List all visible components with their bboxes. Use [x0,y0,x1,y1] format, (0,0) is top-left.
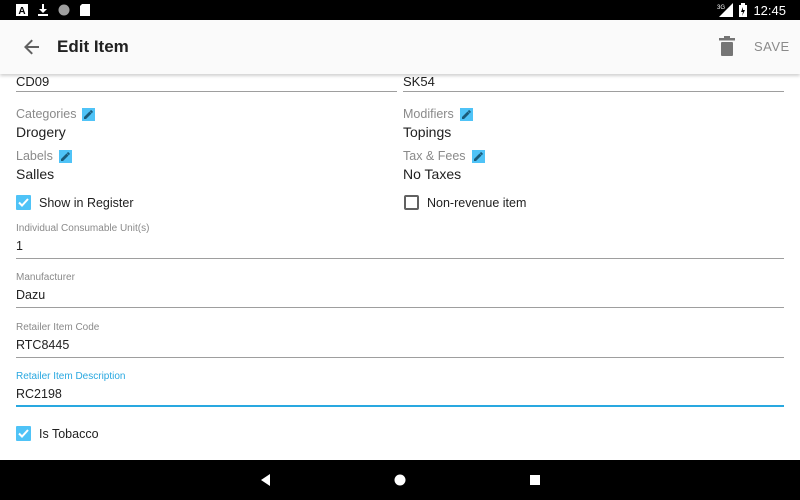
sync-icon [58,4,70,16]
save-button[interactable]: SAVE [754,39,790,54]
pencil-icon [60,151,70,161]
retailer-code-input[interactable]: RTC8445 [16,336,784,358]
manufacturer-value: Dazu [16,288,46,302]
checkbox-checked-icon [16,195,31,210]
categories-value[interactable]: Drogery [16,124,66,140]
pencil-icon [473,151,483,161]
nav-home-icon[interactable] [392,472,408,488]
navigation-bar [0,460,800,500]
edit-labels-pencil-icon[interactable] [58,149,72,163]
trash-icon [719,36,735,56]
show-in-register-label: Show in Register [39,195,134,210]
nav-back-icon[interactable] [258,472,274,488]
consumable-units-value: 1 [16,239,23,253]
back-button[interactable] [18,33,46,61]
status-bar: A 3G 12:45 [0,0,800,20]
clock: 12:45 [753,2,786,18]
svg-text:A: A [18,6,25,16]
battery-icon [739,3,748,17]
status-bar-right: 3G 12:45 [717,2,786,18]
cell-signal-icon: 3G [717,3,734,17]
non-revenue-label: Non-revenue item [427,195,527,210]
tax-fees-label: Tax & Fees [403,149,466,163]
tax-fees-value[interactable]: No Taxes [403,166,461,182]
delete-button[interactable] [716,35,738,59]
labels-value[interactable]: Salles [16,166,54,182]
retailer-code-label: Retailer Item Code [16,322,100,333]
edit-item-form: CD09 SK54 Categories Drogery Modifiers T… [0,74,800,460]
modifiers-label-row: Modifiers [403,107,473,121]
app-bar: Edit Item SAVE [0,20,800,74]
nav-recents-icon[interactable] [527,472,543,488]
manufacturer-label: Manufacturer [16,272,75,283]
labels-label-row: Labels [16,149,72,163]
edit-tax-fees-pencil-icon[interactable] [471,149,485,163]
sku-field[interactable]: SK54 [403,74,784,92]
retailer-description-input[interactable]: RC2198 [16,385,784,407]
categories-label-row: Categories [16,107,96,121]
tax-fees-label-row: Tax & Fees [403,149,485,163]
sku-value: SK54 [403,74,435,89]
non-revenue-checkbox[interactable]: Non-revenue item [404,195,526,210]
checkbox-unchecked-icon [404,195,419,210]
app-icon: A [16,4,28,16]
consumable-units-input[interactable]: 1 [16,237,784,259]
arrow-back-icon [24,39,39,55]
download-icon [38,4,48,16]
retailer-description-value: RC2198 [16,387,62,401]
retailer-code-value: RTC8445 [16,338,70,352]
is-tobacco-label: Is Tobacco [39,426,99,441]
sd-card-icon [80,4,90,16]
modifiers-value[interactable]: Topings [403,124,451,140]
status-bar-left: A [16,3,91,17]
consumable-units-label: Individual Consumable Unit(s) [16,223,150,234]
item-code-value: CD09 [16,74,50,89]
item-code-field[interactable]: CD09 [16,74,397,92]
categories-label: Categories [16,107,77,121]
labels-label: Labels [16,149,53,163]
manufacturer-input[interactable]: Dazu [16,286,784,308]
modifiers-label: Modifiers [403,107,454,121]
is-tobacco-checkbox[interactable]: Is Tobacco [16,426,99,441]
edit-modifiers-pencil-icon[interactable] [459,107,473,121]
checkbox-checked-icon [16,426,31,441]
pencil-icon [84,109,94,119]
network-type-label: 3G [717,5,725,11]
retailer-description-label: Retailer Item Description [16,371,126,382]
pencil-icon [461,109,471,119]
edit-categories-pencil-icon[interactable] [82,107,96,121]
page-title: Edit Item [57,37,129,56]
show-in-register-checkbox[interactable]: Show in Register [16,195,134,210]
